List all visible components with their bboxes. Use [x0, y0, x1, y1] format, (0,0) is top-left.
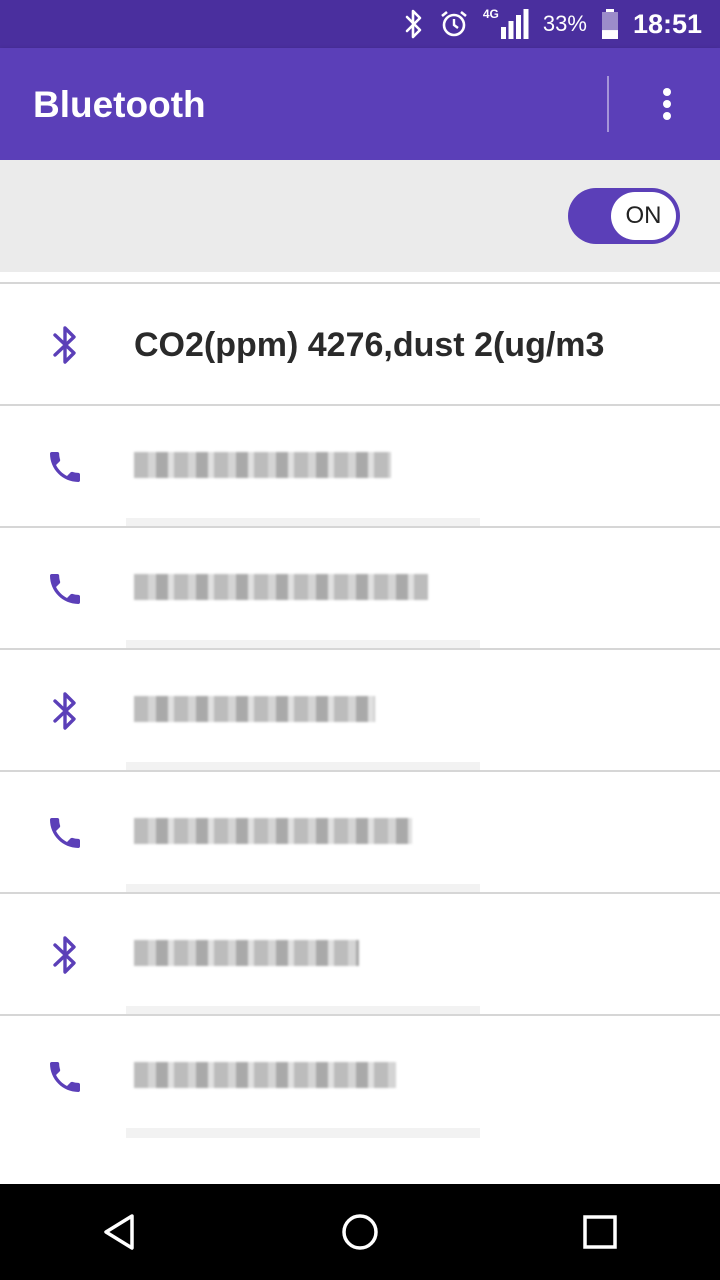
bluetooth-icon: [40, 321, 90, 369]
home-icon[interactable]: [330, 1202, 390, 1262]
bluetooth-toggle-bar: ON: [0, 160, 720, 272]
device-name-redacted: [134, 452, 391, 486]
phone-icon: [40, 1053, 90, 1101]
device-name-redacted: [134, 696, 375, 730]
phone-icon: [40, 809, 90, 857]
signal-icon: 4G: [482, 7, 529, 39]
switch-label: ON: [611, 192, 676, 240]
device-row[interactable]: [0, 892, 720, 1016]
recents-icon[interactable]: [570, 1202, 630, 1262]
overflow-menu-icon[interactable]: [650, 82, 684, 126]
back-icon[interactable]: [90, 1202, 150, 1262]
device-name: CO2(ppm) 4276,dust 2(ug/m3: [134, 326, 605, 364]
device-name-redacted: [134, 574, 428, 608]
row-separator-shadow: [126, 1128, 480, 1138]
bluetooth-icon: [403, 9, 425, 39]
device-name-redacted: [134, 818, 412, 852]
bluetooth-icon: [40, 687, 90, 735]
device-row[interactable]: [0, 770, 720, 894]
status-bar: 4G 33% 18:51: [0, 0, 720, 48]
bluetooth-icon: [40, 931, 90, 979]
device-row[interactable]: CO2(ppm) 4276,dust 2(ug/m3: [0, 282, 720, 404]
app-bar-divider: [607, 76, 609, 132]
device-row[interactable]: [0, 526, 720, 650]
phone-icon: [40, 565, 90, 613]
battery-icon: [601, 9, 619, 39]
device-name-redacted: [134, 1062, 396, 1096]
device-name-redacted: [134, 940, 359, 974]
device-list: CO2(ppm) 4276,dust 2(ug/m3: [0, 282, 720, 1138]
network-type: 4G: [482, 7, 499, 21]
bluetooth-switch[interactable]: ON: [568, 188, 680, 244]
device-row[interactable]: [0, 404, 720, 528]
clock: 18:51: [632, 8, 702, 39]
navigation-bar: [0, 1184, 720, 1280]
battery-percent: 33%: [542, 11, 587, 36]
app-bar: Bluetooth: [0, 48, 720, 160]
page-title: Bluetooth: [33, 84, 206, 125]
alarm-icon: [439, 9, 469, 39]
phone-icon: [40, 443, 90, 491]
device-row[interactable]: [0, 1014, 720, 1138]
device-row[interactable]: [0, 648, 720, 772]
